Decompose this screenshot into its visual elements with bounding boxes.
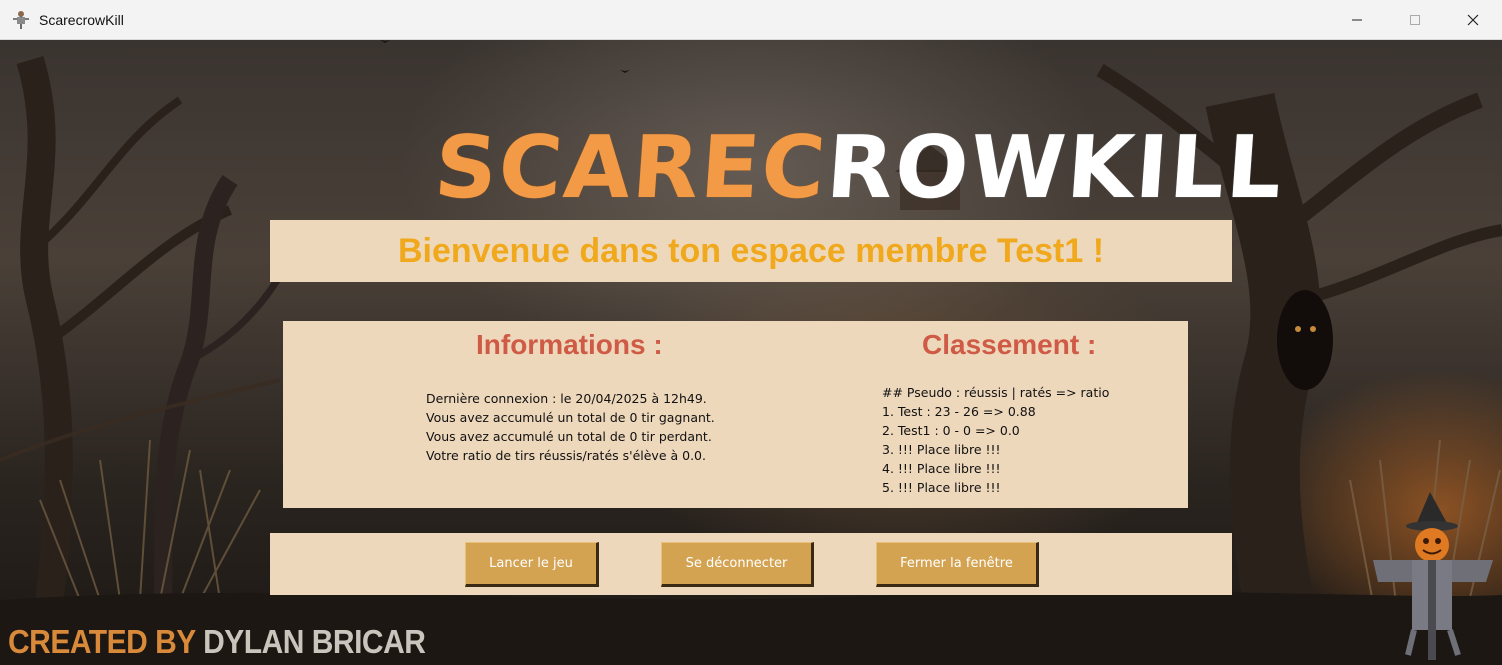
- credit-author: DYLAN BRICAR: [203, 624, 426, 661]
- launch-game-button[interactable]: Lancer le jeu: [465, 542, 599, 587]
- classement-header: ## Pseudo : réussis | ratés => ratio: [882, 385, 1110, 400]
- window-title: ScarecrowKill: [39, 11, 124, 28]
- logout-button[interactable]: Se déconnecter: [661, 542, 814, 587]
- welcome-banner: Bienvenue dans ton espace membre Test1 !: [270, 220, 1232, 282]
- info-line-losses: Vous avez accumulé un total de 0 tir per…: [426, 429, 712, 444]
- maximize-icon: [1410, 15, 1420, 25]
- logo-part-orange: SCAREC: [431, 118, 831, 218]
- classement-list: ## Pseudo : réussis | ratés => ratio 1. …: [882, 383, 1109, 497]
- welcome-message: Bienvenue dans ton espace membre Test1 !: [397, 231, 1105, 270]
- info-line-ratio: Votre ratio de tirs réussis/ratés s'élèv…: [426, 448, 706, 463]
- close-window-button[interactable]: Fermer la fenêtre: [876, 542, 1039, 587]
- info-line-wins: Vous avez accumulé un total de 0 tir gag…: [426, 410, 715, 425]
- classement-title: Classement :: [922, 329, 1097, 360]
- classement-entry: 3. !!! Place libre !!!: [882, 442, 1001, 457]
- scarecrow-app-icon: [11, 10, 31, 30]
- classement-entry: 2. Test1 : 0 - 0 => 0.0: [882, 423, 1020, 438]
- informations-title: Informations :: [476, 329, 663, 360]
- scarecrow-icon: [1373, 492, 1493, 660]
- classement-entry: 4. !!! Place libre !!!: [882, 461, 1001, 476]
- info-line-last-login: Dernière connexion : le 20/04/2025 à 12h…: [426, 391, 707, 406]
- close-icon: [1467, 14, 1479, 26]
- info-panel: Informations : Classement : Dernière con…: [283, 321, 1188, 508]
- actions-panel: Lancer le jeu Se déconnecter Fermer la f…: [270, 533, 1232, 595]
- classement-entry: 1. Test : 23 - 26 => 0.88: [882, 404, 1036, 419]
- maximize-button[interactable]: [1386, 0, 1444, 40]
- informations-text: Dernière connexion : le 20/04/2025 à 12h…: [426, 389, 715, 465]
- credit-prefix: CREATED BY: [8, 624, 196, 661]
- classement-entry: 5. !!! Place libre !!!: [882, 480, 1001, 495]
- logo-part-white: ROWKILL: [823, 118, 1287, 218]
- window-titlebar[interactable]: ScarecrowKill: [0, 0, 1502, 40]
- background-scene: SCAREC ROWKILL Bienvenue dans ton espace…: [0, 40, 1502, 665]
- scarecrowkill-logo: SCAREC ROWKILL: [431, 98, 1287, 218]
- close-button[interactable]: [1444, 0, 1502, 40]
- window-controls: [1328, 0, 1502, 40]
- credit-text: CREATED BY DYLAN BRICAR: [8, 624, 426, 661]
- minimize-icon: [1352, 19, 1362, 21]
- minimize-button[interactable]: [1328, 0, 1386, 40]
